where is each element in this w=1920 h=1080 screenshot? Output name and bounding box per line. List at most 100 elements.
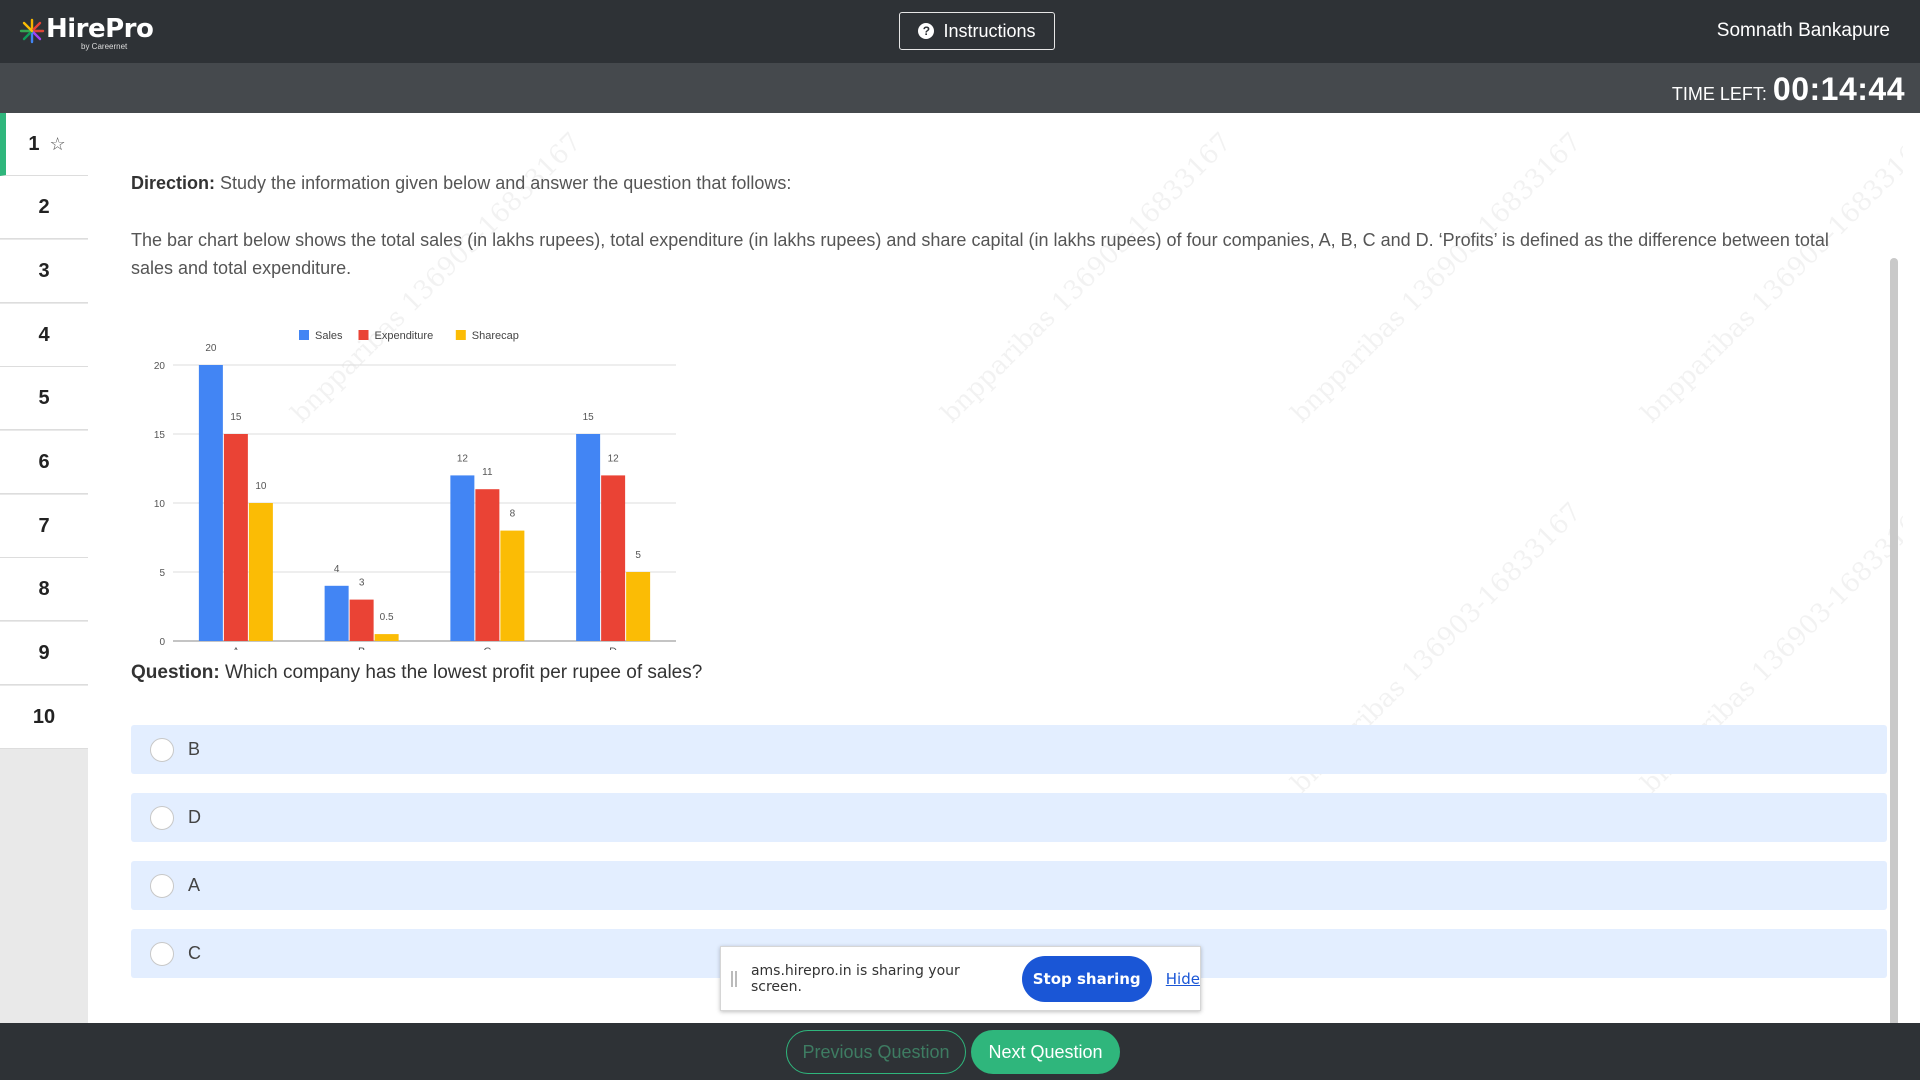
legend-label: Expenditure: [375, 330, 434, 342]
question-nav-item[interactable]: 7: [0, 495, 88, 558]
answer-option[interactable]: A: [131, 861, 1887, 910]
bar: [198, 365, 223, 641]
x-tick-label: C: [483, 646, 491, 650]
bar: [248, 503, 273, 641]
bar: [601, 475, 626, 641]
question-number: 6: [38, 450, 50, 473]
data-label: 0.5: [380, 612, 394, 623]
data-label: 12: [608, 453, 620, 464]
star-icon[interactable]: ☆: [49, 134, 65, 155]
timer-bar: TIME LEFT: 00:14:44: [0, 63, 1920, 113]
option-label: A: [188, 875, 201, 895]
bar: [475, 489, 500, 641]
question-body: Which company has the lowest profit per …: [224, 662, 703, 683]
previous-question-button[interactable]: Previous Question: [786, 1030, 966, 1074]
bar: [223, 434, 248, 641]
direction-body: Study the information given below and an…: [220, 173, 792, 193]
y-tick-label: 20: [154, 361, 166, 372]
radio-button[interactable]: [150, 805, 174, 830]
top-header: HirePro by Careernet ? Instructions Somn…: [0, 0, 1920, 63]
question-number: 7: [38, 514, 50, 537]
data-label: 20: [205, 343, 217, 354]
question-nav-item[interactable]: 9: [0, 622, 88, 685]
hide-link[interactable]: Hide: [1166, 970, 1200, 988]
legend-label: Sales: [315, 330, 343, 342]
bar: [349, 599, 374, 641]
share-message: ams.hirepro.in is sharing your screen.: [750, 962, 960, 995]
y-tick-label: 10: [154, 499, 166, 510]
question-number: 5: [38, 386, 50, 409]
question-number: 4: [38, 323, 50, 346]
question-nav-item[interactable]: 10: [0, 686, 88, 749]
logo-spark-icon: [19, 18, 45, 44]
question-number: 2: [38, 195, 50, 218]
scrollbar[interactable]: [1890, 258, 1898, 1023]
option-label: C: [188, 943, 201, 963]
data-label: 4: [334, 564, 340, 575]
bar: [450, 475, 475, 641]
bar-chart: 0 5 10 15 20 Sales Expenditure Sharecap 20 15 10 A 4…: [154, 330, 676, 650]
question-navigator: 1 ☆ 2 3 4 5 6 7 8 9 10: [0, 113, 88, 1023]
data-label: 15: [583, 412, 595, 423]
y-tick-label: 15: [154, 430, 166, 441]
direction-label: Direction:: [131, 173, 216, 193]
legend-swatch: [299, 330, 309, 340]
question-panel: bnpparibas 136903-16833167 bnpparibas 13…: [88, 113, 1903, 1023]
data-label: 3: [359, 578, 365, 589]
radio-button[interactable]: [150, 941, 174, 966]
legend-label: Sharecap: [472, 330, 519, 342]
question-text: Question: Which company has the lowest p…: [131, 662, 702, 684]
question-number: 10: [32, 705, 56, 728]
question-number: 1: [28, 132, 40, 155]
question-nav-item[interactable]: 5: [0, 367, 88, 430]
user-name: Somnath Bankapure: [1716, 20, 1890, 41]
timer-value: 00:14:44: [1772, 71, 1905, 107]
bar: [576, 434, 601, 641]
instructions-label: Instructions: [943, 20, 1036, 41]
next-question-button[interactable]: Next Question: [971, 1030, 1120, 1074]
question-nav-item[interactable]: 8: [0, 558, 88, 621]
question-nav-item[interactable]: 2: [0, 176, 88, 239]
question-number: 3: [38, 259, 50, 282]
question-nav-item[interactable]: 3: [0, 240, 88, 303]
logo-tagline: by Careernet: [81, 42, 128, 51]
question-number: 9: [38, 641, 50, 664]
data-label: 5: [635, 550, 641, 561]
legend-swatch: [358, 330, 369, 340]
drag-handle-icon[interactable]: [731, 970, 737, 987]
data-label: 10: [255, 481, 267, 492]
passage-text: The bar chart below shows the total sale…: [131, 230, 1829, 278]
stop-sharing-button[interactable]: Stop sharing: [1021, 955, 1152, 1002]
logo-wordmark: HirePro: [46, 14, 154, 44]
x-tick-label: B: [358, 646, 365, 650]
radio-button[interactable]: [150, 873, 174, 898]
hirepro-logo: HirePro by Careernet: [18, 14, 154, 54]
data-label: 11: [482, 467, 493, 478]
question-nav-item[interactable]: 4: [0, 304, 88, 367]
option-label: D: [188, 807, 201, 827]
question-nav-item[interactable]: 6: [0, 431, 88, 494]
data-label: 8: [510, 509, 516, 520]
instructions-button[interactable]: ? Instructions: [899, 12, 1055, 50]
bar: [626, 572, 651, 641]
question-label: Question:: [131, 662, 220, 683]
timer: TIME LEFT: 00:14:44: [1672, 71, 1905, 108]
question-nav-item[interactable]: 1 ☆: [0, 113, 88, 176]
screen-share-bar: ams.hirepro.in is sharing your screen. S…: [720, 946, 1201, 1011]
question-number: 8: [38, 577, 50, 600]
bar: [500, 530, 525, 641]
answer-option[interactable]: D: [131, 793, 1887, 842]
data-label: 15: [230, 412, 242, 423]
x-tick-label: D: [609, 646, 617, 650]
y-tick-label: 5: [159, 568, 165, 579]
legend-swatch: [455, 330, 466, 340]
answer-option[interactable]: B: [131, 725, 1887, 774]
y-tick-label: 0: [159, 637, 165, 648]
option-label: B: [188, 739, 201, 759]
timer-label: TIME LEFT:: [1671, 84, 1767, 104]
x-tick-label: A: [232, 646, 240, 650]
footer-bar: Previous Question Next Question: [0, 1023, 1920, 1080]
radio-button[interactable]: [150, 737, 174, 762]
question-circle-icon: ?: [918, 23, 935, 39]
bar: [324, 585, 349, 641]
